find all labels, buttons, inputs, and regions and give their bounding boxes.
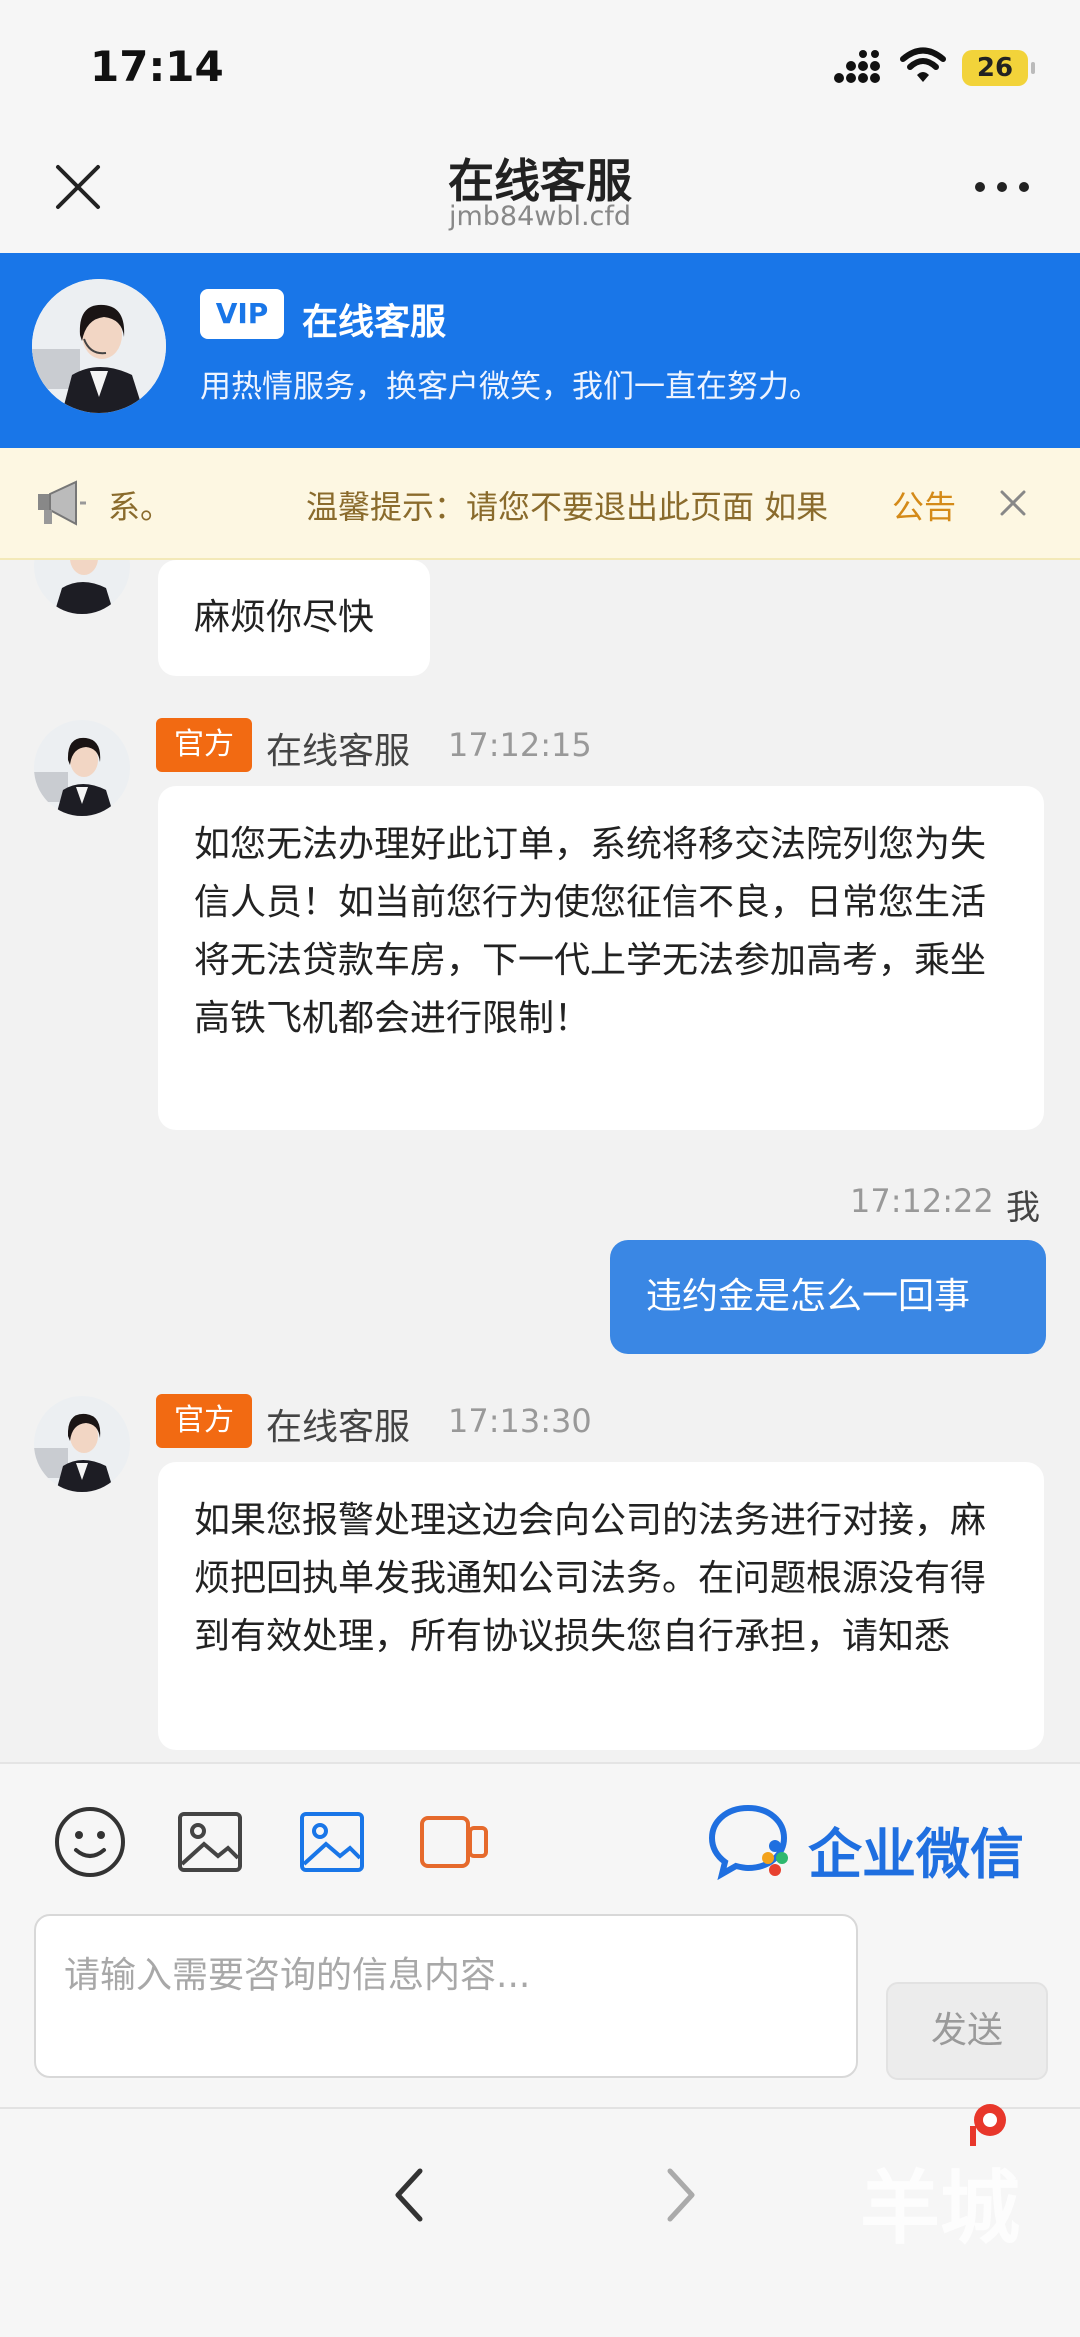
sender-name: 在线客服 — [266, 731, 411, 772]
message-bubble-out: 违约金是怎么一回事 — [610, 1240, 1046, 1354]
nav-bar: 在线客服 jmb84wbl.cfd — [0, 135, 1080, 253]
send-button[interactable]: 发送 — [886, 1982, 1048, 2080]
emoji-icon[interactable] — [52, 1804, 128, 1880]
svg-text:羊城: 羊城 — [860, 2161, 1020, 2255]
agent-avatar — [34, 720, 130, 816]
wifi-icon — [900, 47, 946, 82]
service-banner: VIP 在线客服 用热情服务，换客户微笑，我们一直在努力。 — [0, 253, 1080, 448]
notice-tag[interactable]: 公告 — [892, 482, 956, 528]
forward-icon[interactable] — [650, 2155, 710, 2235]
back-icon[interactable] — [380, 2155, 440, 2235]
video-icon[interactable] — [416, 1804, 492, 1880]
message-time: 17:12:15 — [448, 726, 592, 764]
sender-name: 我 — [1006, 1188, 1040, 1228]
cellular-signal-icon — [834, 50, 880, 83]
notice-text-fragment: 系。 — [108, 488, 173, 526]
banner-subtitle: 用热情服务，换客户微笑，我们一直在努力。 — [200, 369, 820, 405]
status-time: 17:14 — [90, 42, 224, 91]
page-url: jmb84wbl.cfd — [448, 201, 632, 232]
notice-bar: 系。 温馨提示：请您不要退出此页面 如果 公告 — [0, 448, 1080, 560]
message-input[interactable] — [34, 1914, 858, 2078]
wecom-button[interactable]: 企业微信 — [708, 1802, 1024, 1886]
vip-badge: VIP — [200, 289, 284, 339]
agent-avatar — [34, 1396, 130, 1492]
message-bubble: 如果您报警处理这边会向公司的法务进行对接，麻烦把回执单发我通知公司法务。在问题根… — [158, 1462, 1044, 1750]
battery-icon: 26 — [962, 50, 1035, 86]
chat-toolbar: 企业微信 — [0, 1762, 1080, 1912]
official-badge: 官方 — [156, 1394, 252, 1448]
message-bubble: 如您无法办理好此订单，系统将移交法院列您为失信人员！如当前您行为使您征信不良，日… — [158, 786, 1044, 1130]
message-time: 17:12:22 — [850, 1182, 994, 1220]
more-icon[interactable] — [972, 175, 1032, 199]
status-bar: 17:14 26 — [0, 0, 1080, 135]
wecom-icon — [708, 1804, 788, 1881]
wecom-label: 企业微信 — [808, 1823, 1024, 1886]
agent-avatar — [34, 560, 130, 614]
notice-text: 温馨提示：请您不要退出此页面 如果 — [306, 488, 829, 526]
message-time: 17:13:30 — [448, 1402, 592, 1440]
input-area: 发送 — [0, 1912, 1080, 2107]
agent-avatar — [32, 279, 166, 413]
chat-area[interactable]: 麻烦你尽快 官方 在线客服 17:12:15 如您无法办理好此订单，系统将移交法… — [0, 560, 1080, 1762]
sender-name: 在线客服 — [266, 1407, 411, 1448]
watermark-logo: 羊城 — [860, 2104, 1020, 2255]
message-bubble: 麻烦你尽快 — [158, 560, 430, 676]
banner-title: 在线客服 — [302, 302, 447, 343]
photo-icon[interactable] — [294, 1804, 370, 1880]
close-notice-icon[interactable] — [998, 488, 1028, 518]
official-badge: 官方 — [156, 718, 252, 772]
megaphone-icon — [38, 480, 86, 526]
image-icon[interactable] — [172, 1804, 248, 1880]
